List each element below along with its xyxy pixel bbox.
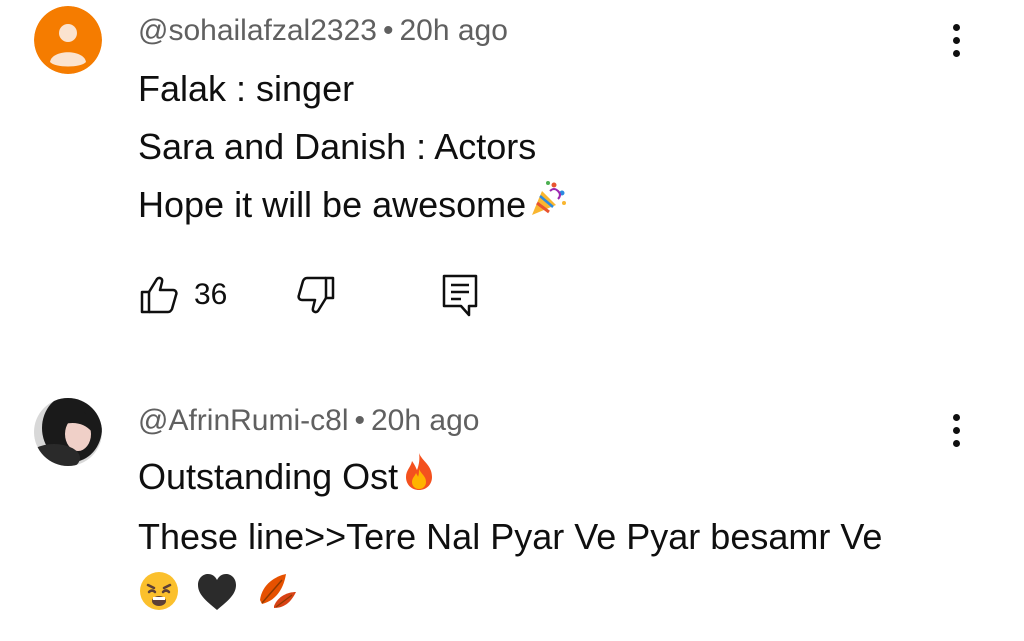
black-heart-emoji: [196, 571, 238, 629]
more-options-button[interactable]: [938, 408, 974, 452]
menu-dot: [952, 426, 960, 434]
thumbs-up-icon: [140, 276, 178, 314]
username[interactable]: @AfrinRumi-c8l: [138, 404, 348, 437]
thumbs-down-icon: [297, 276, 335, 314]
timestamp[interactable]: 20h ago: [371, 404, 479, 437]
comment-line: These line>>Tere Nal Pyar Ve Pyar besamr…: [138, 516, 883, 558]
comment-thread-2: @AfrinRumi-c8l • 20h ago Outstanding Ost T…: [0, 380, 1024, 641]
more-options-button[interactable]: [938, 18, 974, 62]
comment-line: Outstanding Ost: [138, 456, 399, 497]
comment-thread-1: @sohailafzal2323 • 20h ago Falak : singer …: [0, 0, 1024, 340]
comment-header: @AfrinRumi-c8l • 20h ago: [138, 404, 479, 438]
default-avatar-icon: [34, 6, 102, 74]
comment-line-with-emoji: Outstanding Ost: [138, 448, 882, 508]
timestamp[interactable]: 20h ago: [399, 14, 507, 47]
fire-emoji: [400, 450, 438, 508]
separator: •: [354, 404, 365, 437]
comment-actions: 36: [138, 270, 481, 320]
like-count: 36: [194, 278, 228, 311]
avatar[interactable]: [34, 6, 102, 74]
emoji-line: [138, 566, 882, 629]
weary-face-emoji: [138, 570, 180, 629]
reply-button[interactable]: [439, 272, 481, 318]
separator: •: [382, 14, 394, 47]
like-button[interactable]: 36: [138, 274, 227, 316]
party-popper-emoji: [528, 178, 568, 236]
comment-text: Outstanding Ost These line>>Tere Nal Pya…: [138, 448, 882, 629]
comment-text: Falak : singer Sara and Danish : Actors …: [138, 60, 568, 236]
username[interactable]: @sohailafzal2323: [138, 14, 377, 47]
comment-line: Sara and Danish : Actors: [138, 126, 537, 167]
comment-line: Hope it will be awesome: [138, 184, 527, 225]
comment-line-with-emoji: Hope it will be awesome: [138, 176, 568, 236]
menu-dot: [952, 439, 960, 447]
fallen-leaf-emoji: [254, 570, 298, 629]
avatar[interactable]: [34, 398, 102, 466]
dislike-button[interactable]: [295, 274, 337, 316]
menu-dot: [952, 36, 960, 44]
menu-dot: [952, 49, 960, 57]
reply-icon: [443, 274, 478, 317]
comment-line: Falak : singer: [138, 68, 355, 109]
profile-photo: [34, 398, 102, 466]
more-vertical-icon: [952, 23, 960, 31]
comment-header: @sohailafzal2323 • 20h ago: [138, 14, 508, 48]
more-vertical-icon: [952, 413, 960, 421]
